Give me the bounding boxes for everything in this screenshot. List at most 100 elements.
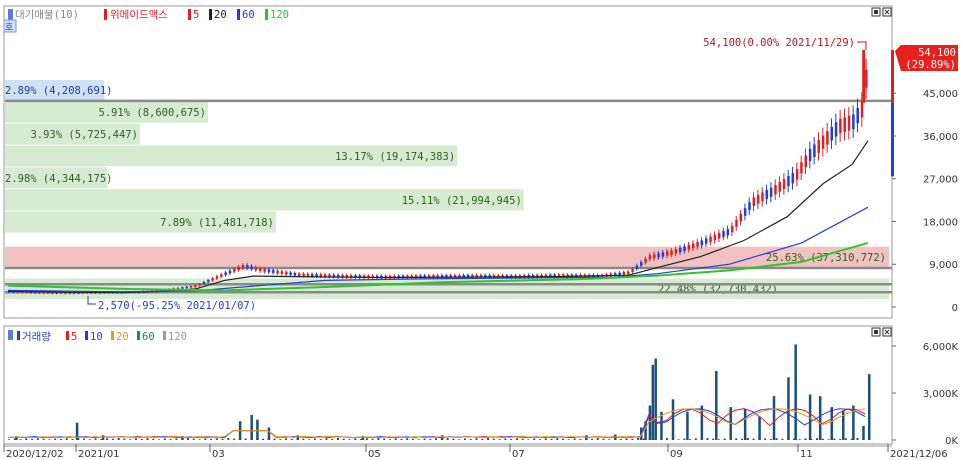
last-price-change: (29.89%)	[905, 59, 956, 71]
volume-bar	[794, 344, 797, 440]
volume-bar	[498, 439, 501, 440]
candle-body	[804, 155, 808, 168]
candle-body	[735, 220, 738, 227]
volume-bar	[54, 438, 57, 440]
candle-body	[250, 266, 253, 270]
candle-body	[739, 214, 743, 222]
volume-bar	[458, 439, 461, 440]
volume-bar	[48, 439, 51, 440]
candle-body	[774, 184, 777, 195]
y-tick-label: 18,000	[923, 217, 958, 228]
volume-bar	[175, 438, 178, 440]
volume-bar	[325, 438, 328, 440]
supply-bar	[5, 246, 889, 268]
volume-bar	[469, 439, 472, 440]
volume-bar	[830, 407, 833, 440]
volume-bar	[302, 438, 305, 440]
volume-bar	[792, 438, 795, 440]
supply-bar-label: 13.17% (19,174,383)	[335, 151, 455, 163]
price-range-blue	[891, 102, 894, 177]
x-tick-label: 11	[800, 449, 813, 460]
candle-body	[285, 271, 288, 275]
volume-pane-buttons[interactable]	[871, 327, 892, 337]
volume-bar	[261, 438, 264, 440]
volume-bar	[106, 438, 109, 440]
volume-ma-legend-marker	[66, 331, 69, 340]
candle-body	[670, 250, 673, 255]
x-axis: 2020/12/02 2021/01 03 05 07 09 11 2021/12/06	[3, 444, 948, 460]
volume-bar	[533, 438, 536, 440]
volume-bar	[689, 439, 692, 440]
volume-y-tick-label: 3,000K	[923, 389, 959, 400]
volume-bar	[31, 438, 34, 440]
maximize-volume-glyph	[874, 330, 878, 334]
volume-bar	[429, 439, 432, 440]
volume-bar	[654, 358, 657, 440]
volume-bar	[463, 438, 466, 440]
volume-bar	[544, 438, 547, 440]
candle-body	[293, 273, 297, 276]
volume-bar	[787, 377, 790, 440]
volume-bar	[752, 438, 755, 440]
candle-body	[640, 262, 643, 266]
candle-body	[678, 247, 682, 253]
candle-body	[834, 122, 838, 137]
candle-body	[289, 272, 292, 276]
volume-y-tick-label: 0K	[945, 436, 958, 447]
legend-supply-label: 대기매물(10)	[15, 9, 79, 21]
volume-bar	[775, 438, 778, 440]
volume-bar	[371, 438, 374, 440]
volume-bar	[186, 438, 189, 440]
volume-bar	[743, 408, 747, 440]
volume-bar	[65, 438, 68, 440]
volume-bar	[764, 438, 767, 440]
volume-bar	[839, 439, 842, 440]
volume-bar	[342, 438, 345, 440]
candle-body	[198, 283, 201, 286]
volume-bar	[631, 438, 634, 440]
volume-bar	[250, 414, 253, 440]
volume-legend-marker	[8, 330, 13, 340]
volume-bar	[279, 439, 282, 440]
price-pane-buttons[interactable]	[871, 7, 892, 17]
candle-body	[865, 69, 868, 88]
volume-bar	[596, 438, 599, 440]
volume-y-axis: 6,000K 3,000K 0K	[892, 342, 958, 447]
candle-body	[635, 265, 639, 269]
volume-bar	[504, 438, 507, 440]
volume-bar	[781, 438, 784, 440]
candle-body	[648, 255, 652, 260]
candle-body	[185, 286, 188, 289]
legend-marker	[8, 9, 13, 20]
candle-body	[730, 225, 734, 233]
volume-ma-legend-marker	[137, 331, 140, 340]
volume-bar	[134, 438, 137, 440]
volume-bar	[77, 438, 80, 440]
side-toggle-button[interactable]: 호	[3, 19, 17, 33]
candle-body	[787, 176, 790, 187]
candle-body	[215, 276, 219, 279]
volume-bar	[100, 439, 103, 440]
last-price-value: 54,100	[918, 47, 956, 59]
side-toggle-label[interactable]: 호	[5, 22, 13, 33]
volume-ma-legend-marker	[111, 331, 114, 340]
volume-bar	[256, 419, 259, 440]
volume-bar	[787, 439, 790, 440]
y-tick-label: 45,000	[923, 89, 958, 100]
volume-bar	[608, 439, 611, 440]
volume-bar	[723, 438, 726, 440]
supply-bar-label: 2.98% (4,344,175)	[5, 173, 112, 185]
candle-body	[237, 266, 240, 271]
volume-bar	[452, 438, 455, 440]
candle-body	[267, 269, 271, 273]
volume-bar	[758, 416, 761, 440]
ma-legend-label: 20	[214, 9, 227, 21]
candle-body	[181, 287, 184, 289]
volume-bar	[844, 438, 847, 440]
candle-body	[830, 126, 833, 141]
candle-body	[644, 258, 647, 263]
volume-ma-legend-label: 120	[168, 331, 187, 343]
candle-body	[306, 273, 310, 277]
candle-body	[856, 107, 859, 124]
supply-bar-label: 3.93% (5,725,447)	[30, 129, 137, 141]
